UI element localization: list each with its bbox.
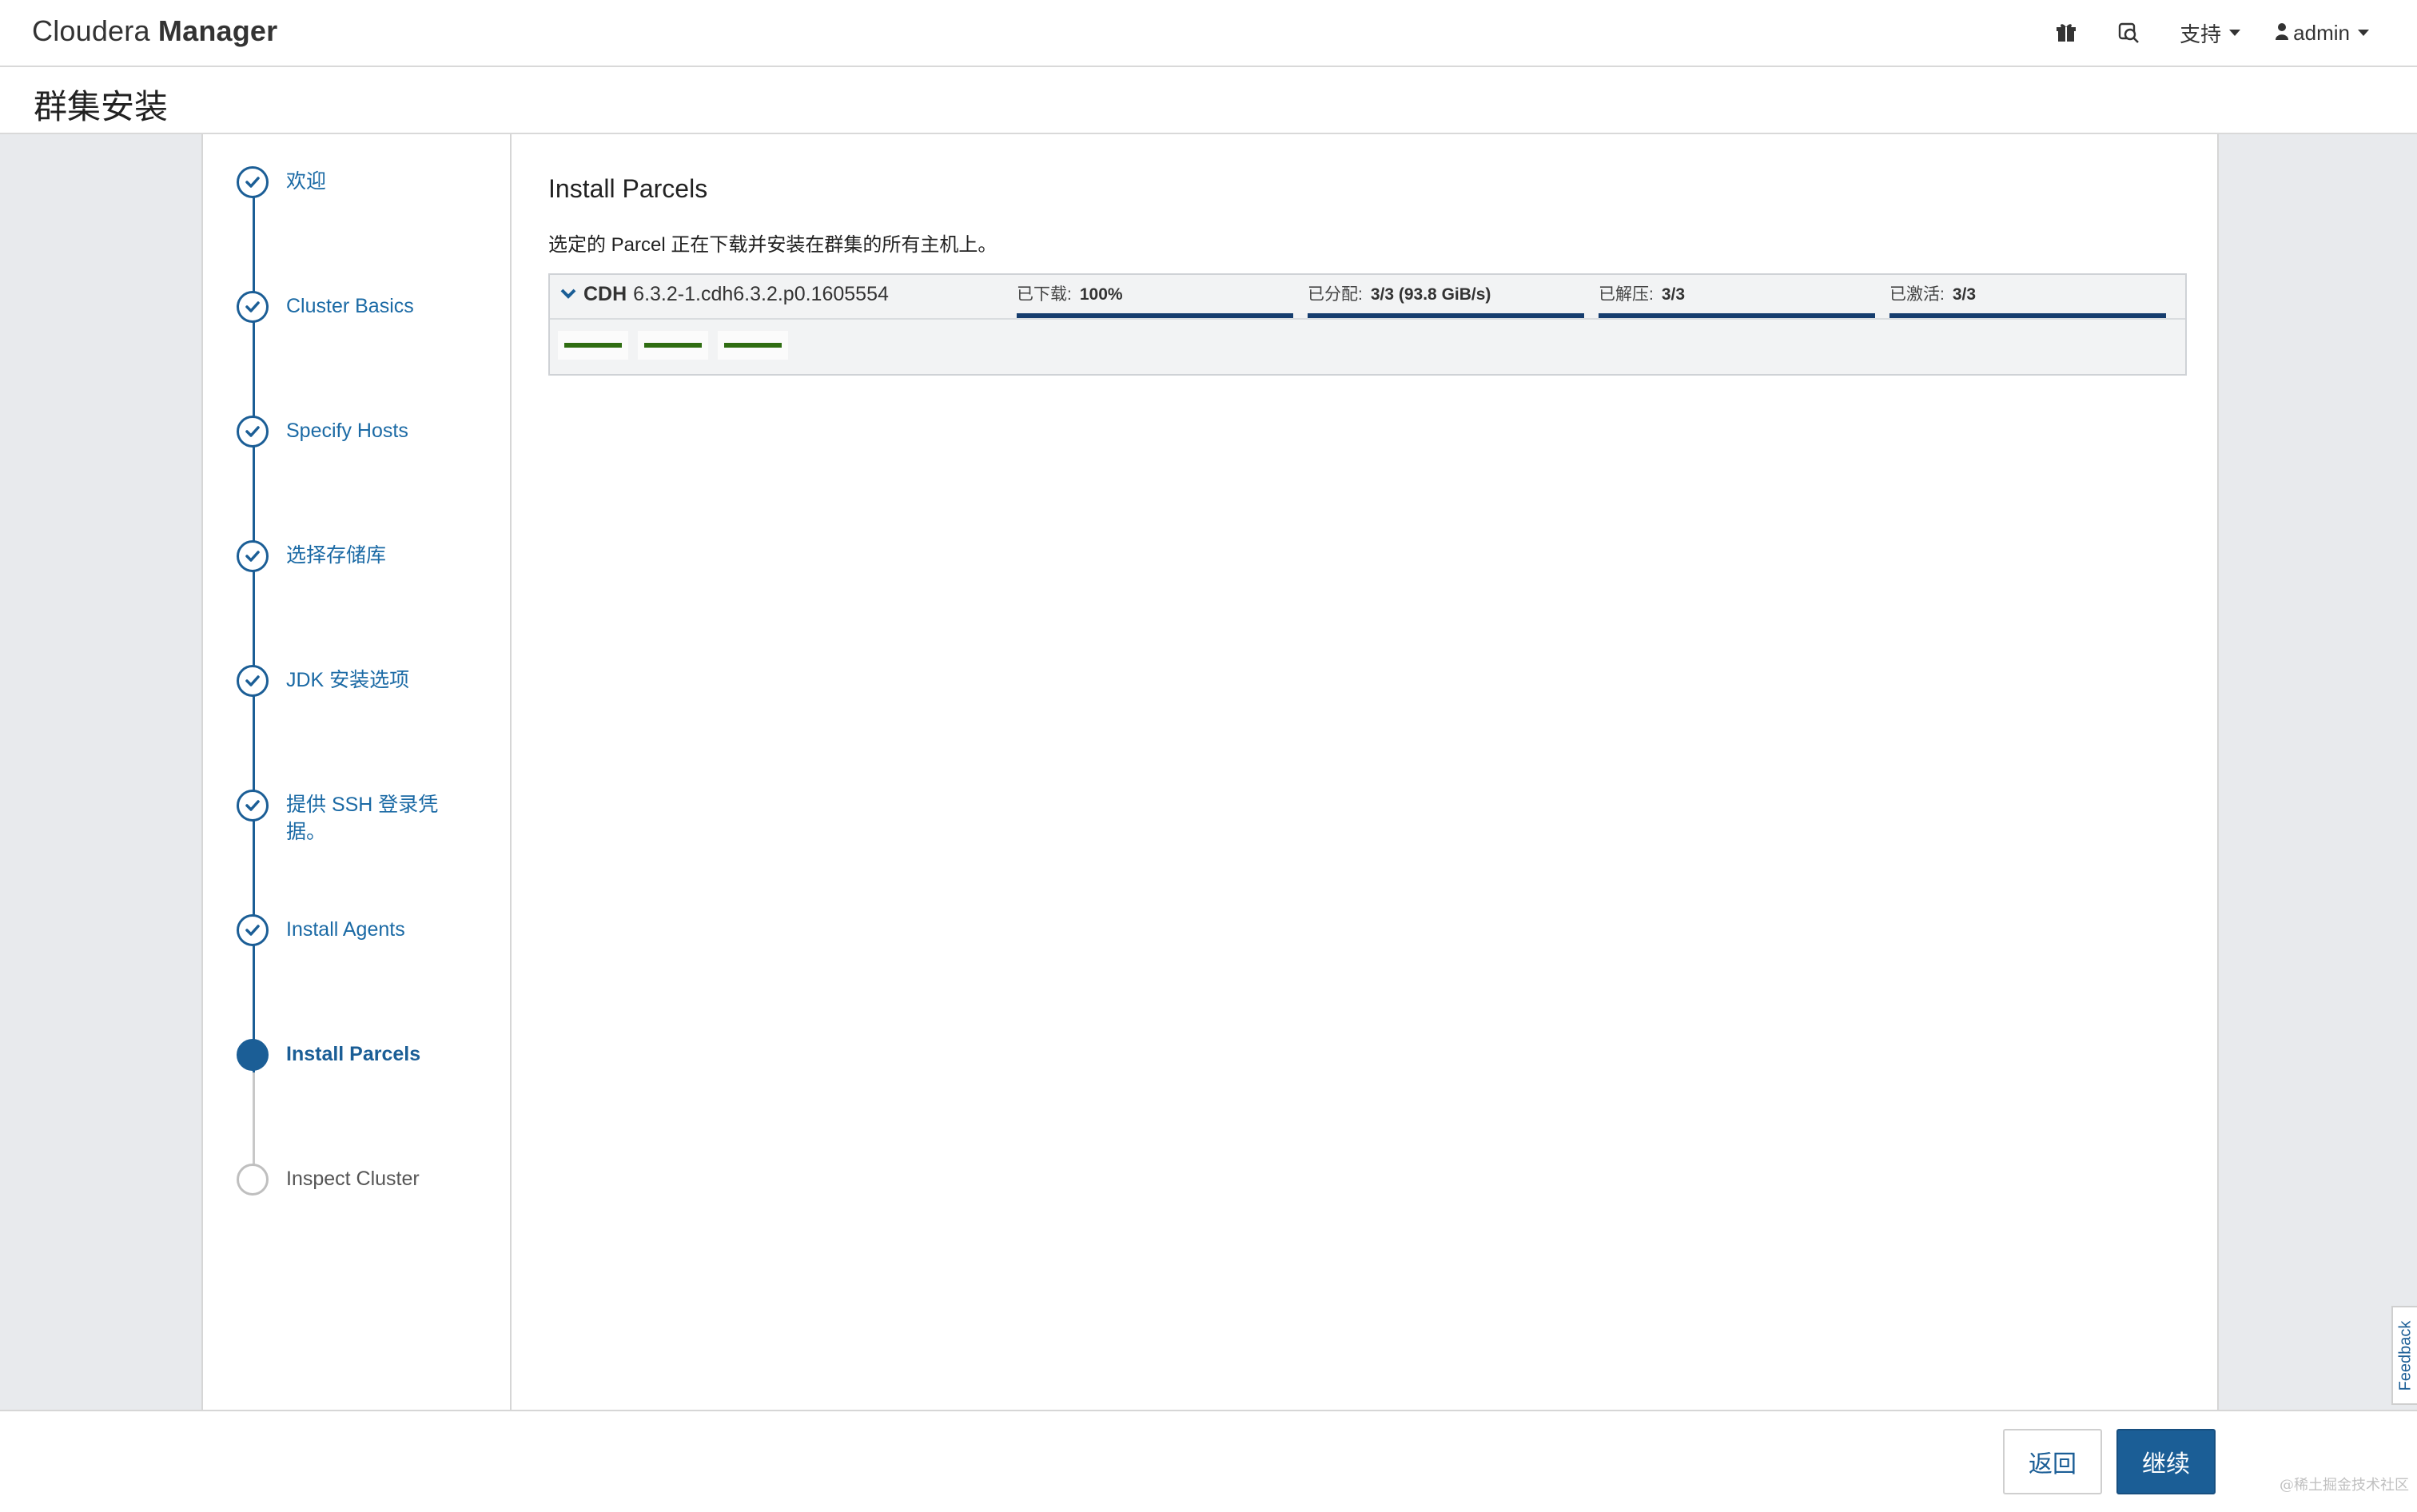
step-label: Install Parcels [286,1043,421,1065]
chevron-down-icon [2358,30,2369,36]
host-progress-fill [724,343,782,348]
step-jdk-options[interactable]: JDK 安装选项 [237,665,454,697]
step-select-repository[interactable]: 选择存储库 [237,540,454,572]
check-icon [237,540,269,572]
host-progress-list [558,331,798,360]
stat-label: 已激活: [1889,285,1945,304]
section-title: Install Parcels [548,174,708,203]
check-icon [237,790,269,822]
page-title: 群集安装 [34,88,169,125]
host-progress[interactable] [638,331,708,360]
stat-activated: 已激活: 3/3 [1889,281,2166,318]
stat-value: 3/3 [1952,285,1977,304]
user-menu[interactable]: admin [2276,21,2369,46]
check-icon [237,166,269,198]
chevron-down-icon [2229,30,2241,36]
step-label: Install Agents [286,918,405,941]
chevron-down-icon [559,283,577,306]
step-label: JDK 安装选项 [286,669,410,691]
progress-fill [1017,313,1293,318]
stat-downloaded: 已下载: 100% [1017,281,1293,318]
pending-step-icon [237,1164,269,1196]
step-label: 欢迎 [286,170,327,193]
step-label: 选择存储库 [286,544,387,567]
parcel-version: 6.3.2-1.cdh6.3.2.p0.1605554 [633,283,889,305]
step-welcome[interactable]: 欢迎 [237,166,454,198]
step-install-agents[interactable]: Install Agents [237,914,454,946]
host-progress-fill [644,343,702,348]
brand-light: Cloudera [32,14,150,47]
wizard-footer: 返回 继续 [0,1410,2417,1512]
step-ssh-credentials[interactable]: 提供 SSH 登录凭据。 [237,790,454,846]
check-icon [237,416,269,448]
user-label: admin [2293,20,2350,45]
stat-value: 100% [1079,285,1123,304]
main-content: Install Parcels 选定的 Parcel 正在下载并安装在群集的所有… [512,134,2214,1410]
progress-bar [1308,313,1584,318]
support-menu[interactable]: 支持 [2180,18,2241,48]
stat-label: 已下载: [1017,285,1072,304]
brand-bold: Manager [157,14,278,47]
feedback-label: Feedback [2396,1320,2415,1391]
progress-fill [1308,313,1584,318]
step-label: Specify Hosts [286,420,408,442]
step-label: Cluster Basics [286,295,414,317]
stat-value: 3/3 (93.8 GiB/s) [1370,285,1491,304]
stat-label: 已解压: [1599,285,1654,304]
step-label: 提供 SSH 登录凭据。 [286,794,439,843]
step-inspect-cluster[interactable]: Inspect Cluster [237,1164,454,1196]
parcel-header: CDH 6.3.2-1.cdh6.3.2.p0.1605554 已下载: 100%… [550,275,2185,320]
progress-bar [1889,313,2166,318]
wizard-card: 欢迎 Cluster Basics Specify Hosts 选择存储库 JD… [201,134,2219,1410]
step-label: Inspect Cluster [286,1168,420,1190]
top-navbar: Cloudera Manager 支持 admin [0,0,2417,67]
continue-button[interactable]: 继续 [2116,1429,2216,1494]
wizard-steps: 欢迎 Cluster Basics Specify Hosts 选择存储库 JD… [203,134,512,1410]
parcel-toggle[interactable]: CDH 6.3.2-1.cdh6.3.2.p0.1605554 [559,283,889,306]
progress-fill [1889,313,2166,318]
step-cluster-basics[interactable]: Cluster Basics [237,291,454,323]
check-icon [237,665,269,697]
progress-fill [1599,313,1875,318]
step-install-parcels[interactable]: Install Parcels [237,1039,454,1071]
stat-distributed: 已分配: 3/3 (93.8 GiB/s) [1308,281,1584,318]
feedback-tab[interactable]: Feedback [2391,1306,2417,1405]
progress-bar [1599,313,1875,318]
page-header: 群集安装 [0,67,2417,134]
support-label: 支持 [2180,22,2222,46]
back-button[interactable]: 返回 [2003,1429,2102,1494]
user-icon [2276,21,2289,46]
current-step-icon [237,1039,269,1071]
app-logo[interactable]: Cloudera Manager [32,14,277,48]
section-description: 选定的 Parcel 正在下载并安装在群集的所有主机上。 [548,234,997,256]
check-icon [237,914,269,946]
progress-bar [1017,313,1293,318]
parcel-name: CDH [583,283,627,305]
stat-value: 3/3 [1661,285,1686,304]
watermark: @稀土掘金技术社区 [2280,1477,2409,1494]
host-progress[interactable] [718,331,788,360]
parcel-panel: CDH 6.3.2-1.cdh6.3.2.p0.1605554 已下载: 100%… [548,273,2187,376]
stat-unpacked: 已解压: 3/3 [1599,281,1875,318]
host-progress[interactable] [558,331,628,360]
step-specify-hosts[interactable]: Specify Hosts [237,416,454,448]
nav-right: 支持 admin [2020,0,2369,66]
check-icon [237,291,269,323]
search-person-icon[interactable] [2112,17,2144,49]
gift-icon[interactable] [2050,17,2082,49]
step-connector-pending [253,1072,255,1170]
stat-label: 已分配: [1308,285,1363,304]
host-progress-fill [564,343,622,348]
